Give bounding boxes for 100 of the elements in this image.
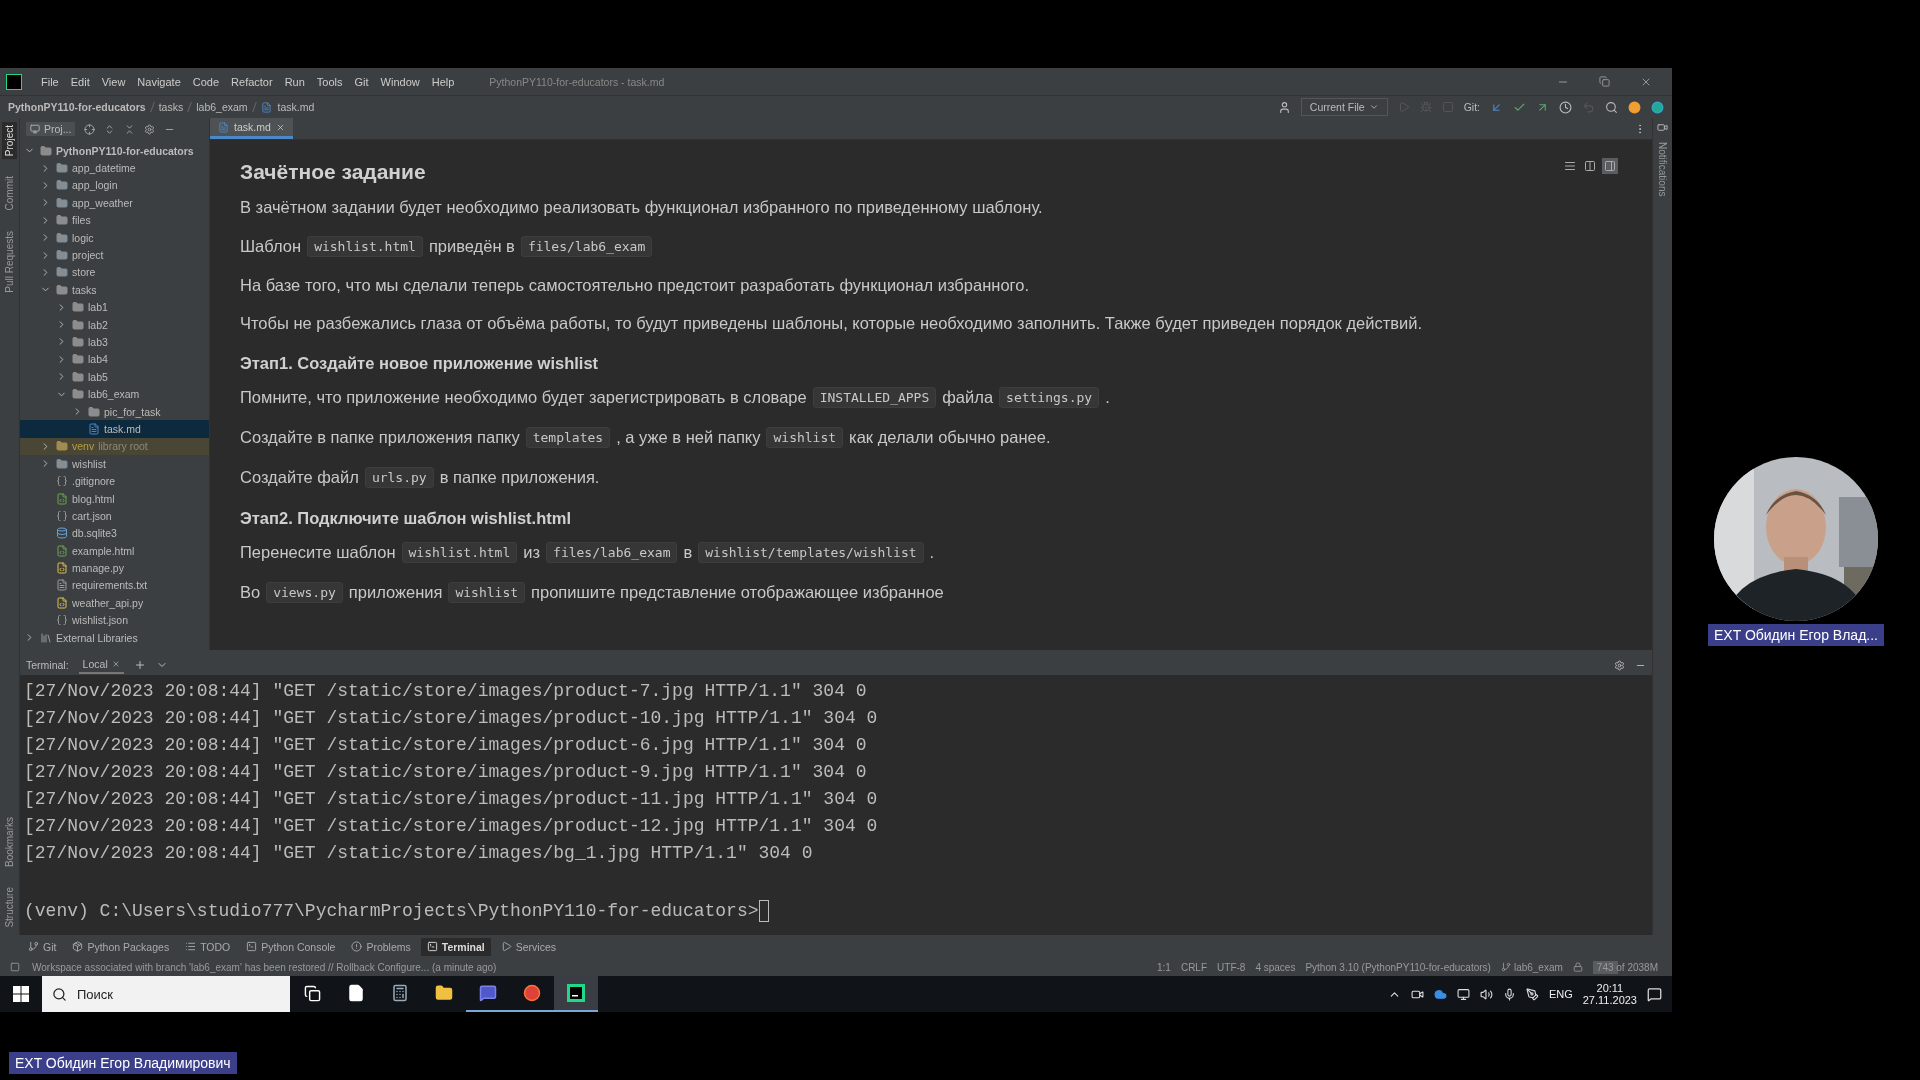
inline-code: urls.py [364, 467, 434, 488]
history-icon[interactable] [1559, 100, 1572, 114]
status-item[interactable]: Python 3.10 (PythonPY110-for-educators) [1305, 961, 1491, 973]
menu-item[interactable]: Help [426, 73, 460, 90]
tree-row[interactable]: tasks [20, 281, 209, 299]
tree-row[interactable]: app_weather [20, 194, 209, 212]
panel-title-dropdown[interactable]: Proj... [26, 122, 76, 136]
tool-window-tab[interactable]: Structure [2, 884, 17, 931]
status-item[interactable]: CRLF [1180, 961, 1208, 973]
user-icon[interactable] [1277, 100, 1291, 114]
panel-toggle-icon[interactable] [10, 962, 20, 972]
menu-item[interactable]: Navigate [132, 73, 186, 90]
tree-row[interactable]: wishlist.json [20, 611, 209, 629]
tree-row[interactable]: lab2 [20, 315, 209, 334]
tree-row[interactable]: PythonPY110-for-educators [20, 142, 209, 160]
status-item[interactable]: UTF-8 [1217, 961, 1246, 973]
tree-row[interactable]: store [20, 263, 209, 282]
inline-code: templates [525, 427, 611, 448]
menu-item[interactable]: Window [375, 73, 425, 90]
tree-row[interactable]: project [20, 246, 209, 264]
menu-item[interactable]: Code [187, 73, 225, 90]
close-icon[interactable] [275, 122, 285, 132]
pen-icon[interactable] [1525, 987, 1539, 1001]
database-icon [56, 527, 68, 540]
tree-row[interactable]: requirements.txt [20, 576, 209, 595]
taskbar-app[interactable] [554, 976, 598, 1012]
settings-icon[interactable] [1614, 659, 1625, 671]
tool-tab[interactable]: Git [22, 937, 63, 956]
tree-row[interactable]: lab5 [20, 368, 209, 386]
restore-icon[interactable] [1599, 75, 1610, 87]
view-mode-button[interactable] [1582, 158, 1598, 174]
close-icon[interactable] [111, 660, 120, 668]
tool-tab[interactable]: TODO [179, 937, 237, 956]
clock-time[interactable]: 20:11 [1596, 982, 1624, 994]
tree-row[interactable]: app_datetime [20, 159, 209, 177]
tree-row[interactable]: External Libraries [20, 628, 209, 647]
tool-tab[interactable]: Python Packages [66, 937, 176, 956]
tool-window-tab[interactable]: Notifications [1655, 139, 1670, 200]
menu-item[interactable]: Git [349, 73, 374, 90]
volume-icon[interactable] [1479, 987, 1493, 1001]
search-icon[interactable] [1605, 100, 1618, 114]
search-input[interactable]: Поиск [75, 985, 185, 1003]
presenter-name: EXT Обидин Егор Владимирович [9, 1052, 237, 1074]
tree-row[interactable]: lab6_exam [20, 385, 209, 403]
tree-label: lab2 [88, 318, 108, 331]
tree-row[interactable]: .gitignore [20, 472, 209, 490]
tree-row[interactable]: blog.html [20, 489, 209, 508]
menu-item[interactable]: Run [279, 73, 310, 90]
menu-item[interactable]: Edit [65, 73, 95, 90]
clock-date[interactable]: 27.11.2023 [1582, 994, 1637, 1006]
menu-item[interactable]: Tools [311, 73, 348, 90]
git-label: Git: [1463, 101, 1480, 113]
branch-widget[interactable]: lab6_exam [1500, 961, 1563, 973]
breadcrumb[interactable]: tasks [158, 101, 184, 113]
menu-item[interactable]: View [96, 73, 131, 90]
microphone-icon[interactable] [1502, 987, 1516, 1001]
tree-row[interactable]: task.md [20, 420, 209, 438]
tool-tab[interactable]: Terminal [420, 937, 491, 956]
lines-icon [1564, 160, 1576, 172]
tree-row[interactable]: pic_for_task [20, 402, 209, 421]
search-field[interactable]: Поиск [42, 976, 290, 1012]
tree-row[interactable]: db.sqlite3 [20, 524, 209, 542]
settings-icon[interactable] [144, 123, 156, 135]
tree-row[interactable]: manage.py [20, 559, 209, 577]
status-item[interactable]: 1:1 [1157, 961, 1171, 973]
breadcrumb[interactable]: lab6_exam [196, 101, 248, 113]
breadcrumb[interactable]: task.md [277, 101, 315, 113]
tree-row[interactable]: lab1 [20, 298, 209, 316]
paragraph-text: из [523, 543, 541, 562]
run-config-dropdown[interactable]: Current File [1300, 98, 1388, 116]
tree-row[interactable]: app_login [20, 176, 209, 195]
breadcrumb[interactable]: PythonPY110-for-educators [8, 101, 146, 113]
view-mode-button[interactable] [1602, 158, 1618, 174]
tree-row[interactable]: wishlist [20, 455, 209, 473]
document-icon [260, 101, 272, 113]
tool-tab[interactable]: Problems [345, 937, 417, 956]
cloud-icon[interactable] [1433, 987, 1447, 1001]
task-view-icon [303, 984, 321, 1002]
tree-row[interactable]: example.html [20, 542, 209, 560]
tree-row[interactable]: lab3 [20, 333, 209, 351]
status-item[interactable]: 4 spaces [1255, 961, 1296, 973]
menu-item[interactable]: File [36, 73, 64, 90]
editor-tab[interactable]: task.md [210, 118, 293, 139]
tree-row[interactable]: logic [20, 228, 209, 247]
tool-tab[interactable]: Services [494, 937, 563, 956]
tool-window-tab[interactable]: Bookmarks [2, 814, 17, 871]
tree-row[interactable]: cart.json [20, 507, 209, 525]
tool-window-tab[interactable]: Commit [2, 173, 17, 214]
tool-tab[interactable]: Python Console [240, 937, 342, 956]
tool-window-tab[interactable]: Project [2, 122, 17, 160]
menu-item[interactable]: Refactor [226, 73, 278, 90]
tree-row[interactable]: weather_api.py [20, 594, 209, 612]
tree-row[interactable]: lab4 [20, 350, 209, 369]
lock-icon[interactable] [1572, 962, 1583, 972]
tree-row[interactable]: files [20, 211, 209, 229]
add-icon[interactable] [133, 659, 146, 671]
language-indicator[interactable]: ENG [1548, 988, 1573, 1000]
locate-icon[interactable] [84, 123, 96, 135]
tree-label: store [72, 266, 96, 279]
tool-window-tab[interactable]: Pull Requests [2, 227, 17, 296]
